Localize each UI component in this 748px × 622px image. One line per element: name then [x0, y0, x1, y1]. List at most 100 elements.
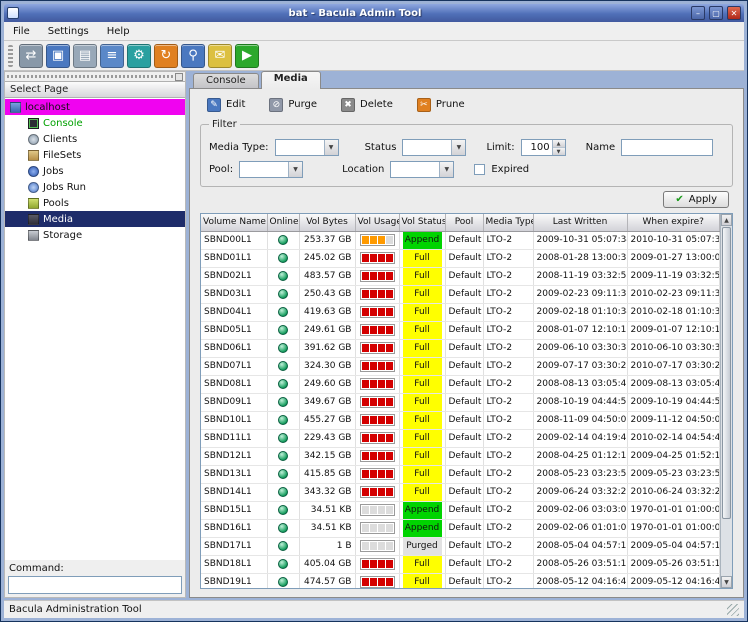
command-input[interactable]: [8, 576, 182, 594]
vol-status-badge: Full: [403, 268, 442, 285]
when-expire-cell: 2009-05-12 04:16:48: [627, 573, 720, 588]
purge-button[interactable]: ⊘ Purge: [262, 95, 324, 115]
table-row[interactable]: SBND14L1343.32 GBFullDefaultLTO-22009-06…: [201, 483, 720, 501]
table-row[interactable]: SBND01L1245.02 GBFullDefaultLTO-22008-01…: [201, 249, 720, 267]
online-icon: [278, 271, 288, 281]
col-pool[interactable]: Pool: [445, 214, 483, 231]
tab-console[interactable]: Console: [193, 73, 259, 89]
delete-button[interactable]: ✖ Delete: [334, 95, 400, 115]
titlebar[interactable]: bat - Bacula Admin Tool – ▢ ✕: [4, 4, 744, 22]
table-row[interactable]: SBND18L1405.04 GBFullDefaultLTO-22008-05…: [201, 555, 720, 573]
scroll-up-icon[interactable]: ▲: [721, 214, 732, 226]
sidebar-item-media[interactable]: Media: [5, 211, 185, 227]
connect-icon[interactable]: ⇄: [19, 44, 43, 68]
sidebar-item-filesets[interactable]: FileSets: [5, 147, 185, 163]
media-type-select[interactable]: ▼: [275, 139, 339, 156]
vol-usage-bar: [360, 270, 395, 282]
console-icon[interactable]: ▣: [46, 44, 70, 68]
name-input[interactable]: [621, 139, 713, 156]
online-cell: [267, 519, 299, 537]
table-row[interactable]: SBND12L1342.15 GBFullDefaultLTO-22008-04…: [201, 447, 720, 465]
tree-header[interactable]: Select Page: [5, 81, 185, 98]
table-row[interactable]: SBND00L1253.37 GBAppendDefaultLTO-22009-…: [201, 231, 720, 249]
table-row[interactable]: SBND10L1455.27 GBFullDefaultLTO-22008-11…: [201, 411, 720, 429]
edit-button[interactable]: ✎ Edit: [200, 95, 252, 115]
save-icon[interactable]: ▤: [73, 44, 97, 68]
dock-detach-icon[interactable]: [175, 73, 183, 81]
maximize-button[interactable]: ▢: [709, 6, 723, 20]
col-vol-bytes[interactable]: Vol Bytes: [299, 214, 355, 231]
pool-select[interactable]: ▼: [239, 161, 303, 178]
table-row[interactable]: SBND07L1324.30 GBFullDefaultLTO-22009-07…: [201, 357, 720, 375]
sidebar-item-jobs[interactable]: Jobs: [5, 163, 185, 179]
main-area: Select Page localhostConsoleClientsFileS…: [4, 71, 744, 598]
spin-down-icon[interactable]: ▼: [553, 147, 565, 155]
resize-grip[interactable]: [727, 604, 739, 616]
start-icon[interactable]: ▶: [235, 44, 259, 68]
status-select[interactable]: ▼: [402, 139, 466, 156]
location-select[interactable]: ▼: [390, 161, 454, 178]
table-row[interactable]: SBND04L1419.63 GBFullDefaultLTO-22009-02…: [201, 303, 720, 321]
sidebar-item-clients[interactable]: Clients: [5, 131, 185, 147]
apply-button[interactable]: ✔ Apply: [663, 191, 729, 208]
vol-status-cell: Full: [399, 357, 445, 375]
scrollbar-thumb[interactable]: [722, 227, 731, 519]
refresh-icon[interactable]: ↻: [154, 44, 178, 68]
col-vol-usage[interactable]: Vol Usage: [355, 214, 399, 231]
search-icon[interactable]: ⚲: [181, 44, 205, 68]
dock-handle[interactable]: [5, 72, 185, 81]
sidebar-item-jobs-run[interactable]: Jobs Run: [5, 179, 185, 195]
table-row[interactable]: SBND15L134.51 KBAppendDefaultLTO-22009-0…: [201, 501, 720, 519]
label-icon[interactable]: ✉: [208, 44, 232, 68]
table-row[interactable]: SBND06L1391.62 GBFullDefaultLTO-22009-06…: [201, 339, 720, 357]
col-when-expire[interactable]: When expire?: [627, 214, 720, 231]
menu-settings[interactable]: Settings: [39, 24, 98, 39]
col-online[interactable]: Online: [267, 214, 299, 231]
volume-name-cell: SBND19L1: [201, 573, 267, 588]
close-button[interactable]: ✕: [727, 6, 741, 20]
sidebar-item-storage[interactable]: Storage: [5, 227, 185, 243]
table-row[interactable]: SBND03L1250.43 GBFullDefaultLTO-22009-02…: [201, 285, 720, 303]
table-row[interactable]: SBND09L1349.67 GBFullDefaultLTO-22008-10…: [201, 393, 720, 411]
scroll-down-icon[interactable]: ▼: [721, 576, 732, 588]
last-written-cell: 2009-02-06 03:03:03: [533, 501, 627, 519]
last-written-cell: 2009-02-06 01:01:03: [533, 519, 627, 537]
minimize-button[interactable]: –: [691, 6, 705, 20]
menu-file[interactable]: File: [4, 24, 39, 39]
spin-up-icon[interactable]: ▲: [553, 140, 565, 147]
sidebar-item-localhost[interactable]: localhost: [5, 99, 185, 115]
col-last-written[interactable]: Last Written: [533, 214, 627, 231]
table-row[interactable]: SBND19L1474.57 GBFullDefaultLTO-22008-05…: [201, 573, 720, 588]
delete-label: Delete: [360, 99, 393, 110]
col-media-type[interactable]: Media Type: [483, 214, 533, 231]
table-row[interactable]: SBND02L1483.57 GBFullDefaultLTO-22008-11…: [201, 267, 720, 285]
vol-usage-cell: [355, 501, 399, 519]
online-cell: [267, 465, 299, 483]
menu-help[interactable]: Help: [98, 24, 139, 39]
when-expire-cell: 2009-11-19 03:32:52: [627, 267, 720, 285]
sidebar-item-console[interactable]: Console: [5, 115, 185, 131]
media-type-cell: LTO-2: [483, 483, 533, 501]
limit-spinner[interactable]: 100 ▲ ▼: [521, 139, 566, 156]
table-row[interactable]: SBND17L11 BPurgedDefaultLTO-22008-05-04 …: [201, 537, 720, 555]
sidebar-item-pools[interactable]: Pools: [5, 195, 185, 211]
table-row[interactable]: SBND08L1249.60 GBFullDefaultLTO-22008-08…: [201, 375, 720, 393]
media-type-cell: LTO-2: [483, 267, 533, 285]
table-row[interactable]: SBND05L1249.61 GBFullDefaultLTO-22008-01…: [201, 321, 720, 339]
col-vol-status[interactable]: Vol Status: [399, 214, 445, 231]
dock-dots: [7, 75, 173, 78]
tab-media[interactable]: Media: [261, 71, 321, 89]
col-volume-name[interactable]: Volume Name: [201, 214, 267, 231]
prune-button[interactable]: ✂ Prune: [410, 95, 472, 115]
table-row[interactable]: SBND11L1229.43 GBFullDefaultLTO-22009-02…: [201, 429, 720, 447]
toolbar-drag-handle[interactable]: [8, 45, 13, 67]
table-row[interactable]: SBND13L1415.85 GBFullDefaultLTO-22008-05…: [201, 465, 720, 483]
run-job-icon[interactable]: ⚙: [127, 44, 151, 68]
table-scrollbar[interactable]: ▲ ▼: [720, 214, 732, 588]
report-icon[interactable]: ≡: [100, 44, 124, 68]
vol-bytes-cell: 245.02 GB: [299, 249, 355, 267]
table-row[interactable]: SBND16L134.51 KBAppendDefaultLTO-22009-0…: [201, 519, 720, 537]
expired-checkbox[interactable]: [474, 164, 485, 175]
prune-label: Prune: [436, 99, 465, 110]
pool-cell: Default: [445, 501, 483, 519]
